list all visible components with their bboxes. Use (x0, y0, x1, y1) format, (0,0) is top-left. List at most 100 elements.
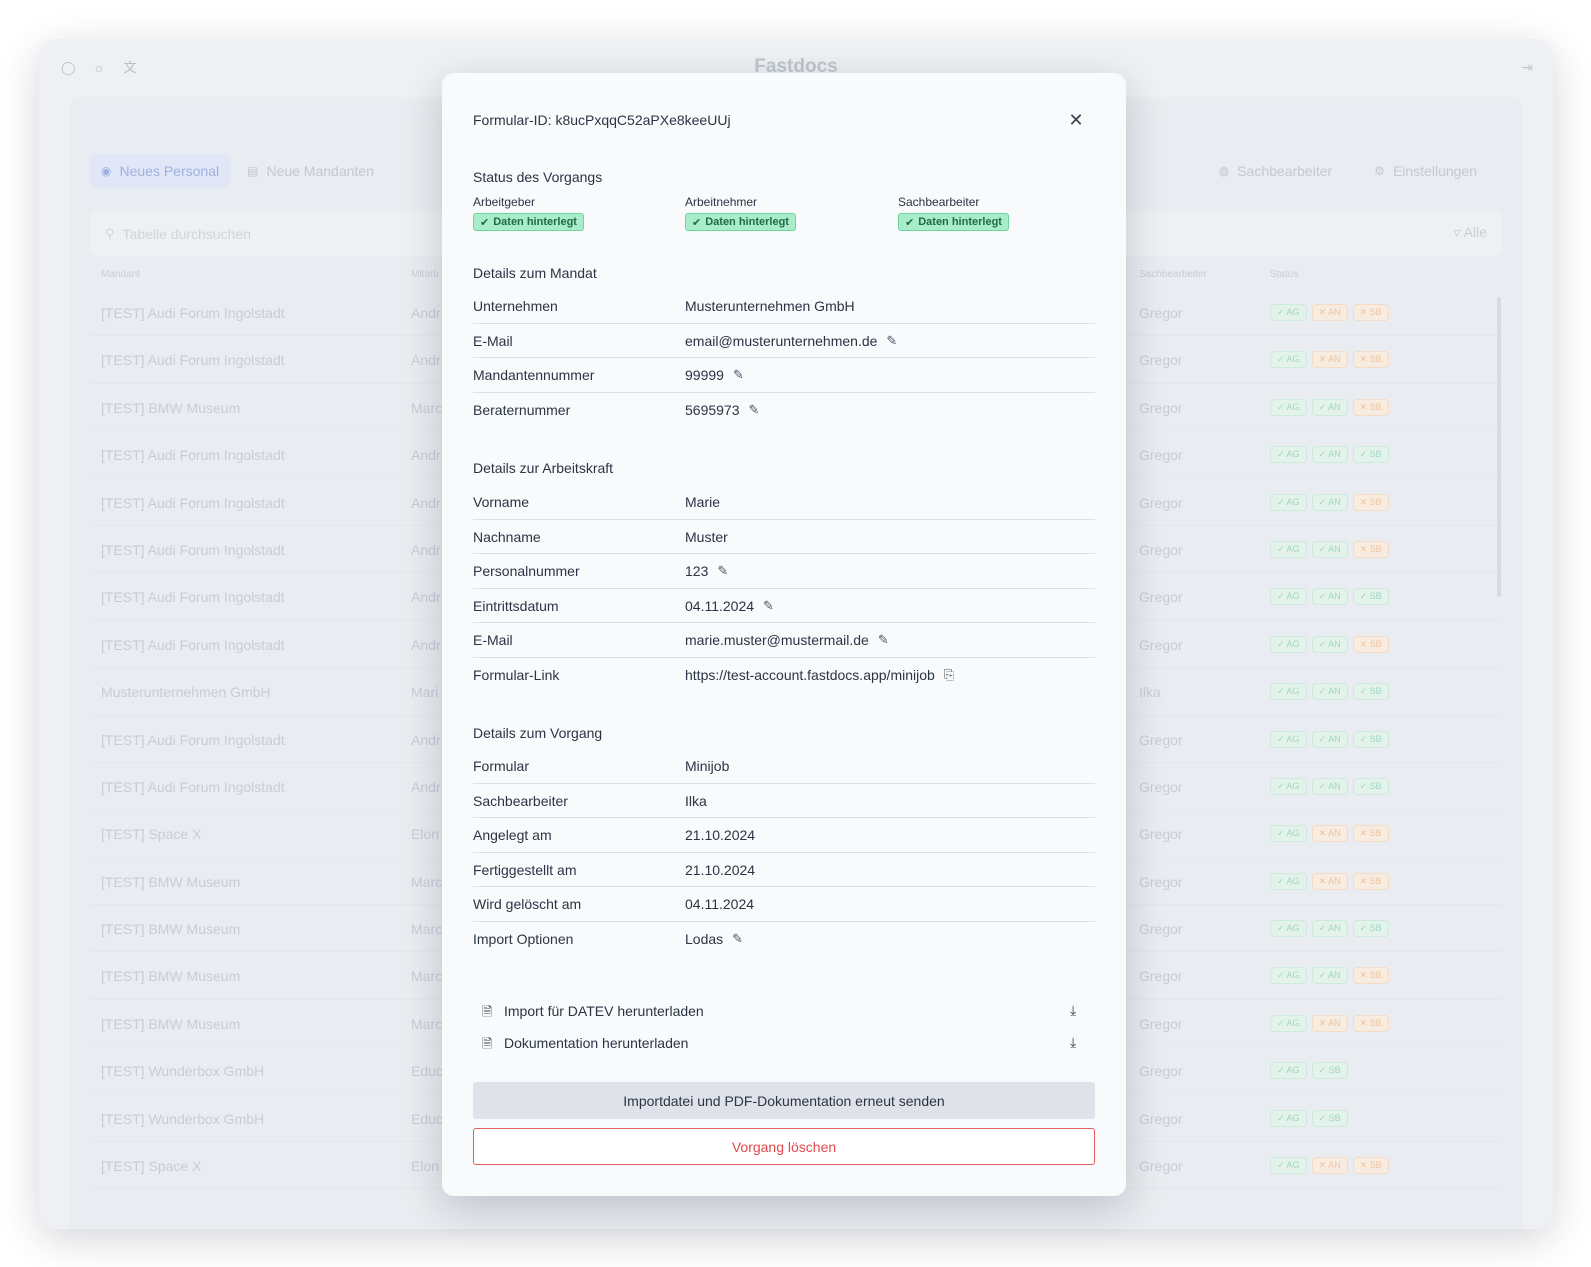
detail-value-wrap: 99999 ✎ (685, 367, 744, 383)
status-pill: ✕ SB (1352, 1157, 1389, 1175)
status-badge: ✔ Daten hinterlegt (685, 213, 796, 231)
cell-sachbearbeiter: Gregor (1139, 1015, 1183, 1032)
download-icon[interactable]: ⤓ (1070, 1002, 1076, 1019)
tab-einstellungen[interactable]: ⚙ Einstellungen (1362, 154, 1489, 188)
clipboard-icon[interactable]: ⎘ (944, 667, 954, 683)
delete-button[interactable]: Vorgang löschen (473, 1128, 1095, 1165)
detail-key: Sachbearbeiter (473, 792, 568, 809)
status-pill: ✕ SB (1352, 540, 1389, 558)
pencil-icon[interactable]: ✎ (732, 931, 743, 947)
cell-status: ✓ AG ✓ AN ✓ SB (1270, 918, 1394, 938)
cell-sachbearbeiter: Gregor (1139, 541, 1183, 558)
detail-key: Beraternummer (473, 401, 571, 418)
detail-value: 99999 (685, 367, 724, 383)
cell-status: ✓ AG ✓ AN ✓ SB (1270, 776, 1394, 795)
tab-neue-mandanten[interactable]: ▤ Neue Mandanten (235, 154, 386, 188)
status-pill: ✓ AN (1311, 446, 1348, 464)
check-icon: ✔ (480, 216, 490, 229)
status-pill: ✕ SB (1352, 872, 1389, 890)
status-arbeitnehmer: Arbeitnehmer ✔ Daten hinterlegt (685, 195, 796, 231)
download-doku-row[interactable]: 🗎 Dokumentation herunterladen ⤓ (473, 1030, 1095, 1058)
status-pill: ✓ AG (1270, 304, 1307, 321)
detail-key: Personalnummer (473, 563, 580, 579)
detail-value: 04.11.2024 (685, 597, 755, 614)
arbeitskraft-section-title: Details zur Arbeitskraft (473, 460, 614, 476)
translate-icon[interactable]: 文 (123, 61, 137, 75)
cell-sachbearbeiter: Gregor (1139, 968, 1183, 985)
status-pill: ✓ AG (1270, 730, 1307, 748)
detail-value-wrap: Muster (685, 529, 728, 545)
resend-button[interactable]: Importdatei und PDF-Dokumentation erneut… (473, 1082, 1095, 1119)
cell-status: ✓ AG ✓ AN ✓ SB (1270, 729, 1394, 748)
download-datev-link[interactable]: Import für DATEV herunterladen (504, 1003, 704, 1019)
download-datev-row[interactable]: 🗎 Import für DATEV herunterladen ⤓ (473, 998, 1095, 1026)
cell-status: ✓ AG ✓ AN ✕ SB (1270, 965, 1394, 985)
status-pill: ✓ SB (1352, 730, 1389, 748)
cell-status: ✓ AG ✓ AN ✕ SB (1270, 634, 1394, 653)
col-mitarbeiter: Mitarb (411, 269, 439, 280)
tab-sachbearbeiter[interactable]: ◍ Sachbearbeiter (1207, 154, 1344, 188)
detail-key: Formular-Link (473, 666, 560, 683)
tab-label: Neue Mandanten (266, 163, 374, 179)
status-pill: ✓ SB (1352, 920, 1389, 938)
pencil-icon[interactable]: ✎ (749, 402, 760, 418)
detail-row: Angelegt am 21.10.2024 (473, 818, 1095, 853)
tab-neues-personal[interactable]: ◉ Neues Personal (89, 154, 232, 188)
download-icon[interactable]: ⤓ (1070, 1034, 1076, 1051)
cell-mitarbeiter: Elon (411, 1158, 440, 1175)
status-pill: ✕ SB (1352, 351, 1389, 369)
pencil-icon[interactable]: ✎ (733, 367, 744, 383)
detail-value: Ilka (685, 792, 707, 809)
detail-value-wrap: email@musterunternehmen.de ✎ (685, 333, 897, 349)
pencil-icon[interactable]: ✎ (886, 333, 897, 349)
cell-sachbearbeiter: Gregor (1139, 778, 1183, 795)
bell-icon[interactable]: ◯ (61, 61, 76, 75)
cell-status: ✓ AG ✕ AN ✕ SB (1270, 1013, 1394, 1032)
status-pill: ✓ AG (1270, 1062, 1307, 1080)
close-icon[interactable]: ✕ (1066, 110, 1086, 130)
status-pill: ✓ AG (1270, 540, 1307, 558)
status-pill: ✕ SB (1352, 825, 1389, 843)
cell-status: ✓ AG ✓ AN ✕ SB (1270, 397, 1394, 416)
status-sachbearbeiter: Sachbearbeiter ✔ Daten hinterlegt (898, 195, 1009, 231)
detail-value-wrap: Lodas ✎ (685, 931, 743, 947)
cell-sachbearbeiter: Gregor (1139, 494, 1183, 511)
cell-sachbearbeiter: Gregor (1139, 1158, 1183, 1175)
sun-icon[interactable]: ☼ (92, 61, 106, 75)
status-pill: ✕ SB (1352, 1014, 1389, 1032)
status-pill: ✓ SB (1352, 446, 1389, 464)
cell-mandant: Musterunternehmen GmbH (101, 684, 271, 701)
detail-value: 5695973 (685, 401, 740, 418)
cell-sachbearbeiter: Gregor (1139, 873, 1183, 890)
col-sachbearbeiter: Sachbearbeiter (1139, 269, 1207, 280)
cell-mandant: [TEST] BMW Museum (101, 1015, 241, 1032)
pencil-icon[interactable]: ✎ (878, 632, 889, 648)
cell-mandant: [TEST] Audi Forum Ingolstadt (101, 778, 285, 795)
detail-value: email@musterunternehmen.de (685, 332, 878, 349)
nav-right: ◍ Sachbearbeiter ⚙ Einstellungen (1193, 154, 1493, 188)
filter-label: Alle (1463, 224, 1487, 240)
logout-icon[interactable]: ⇥ (1521, 59, 1533, 76)
search-placeholder: Tabelle durchsuchen (122, 226, 251, 242)
detail-key: Import Optionen (473, 930, 574, 947)
status-pill: ✓ AN (1311, 920, 1348, 938)
status-pill: ✓ SB (1311, 1109, 1348, 1127)
user-plus-icon: ◉ (101, 164, 112, 178)
detail-key: E-Mail (473, 632, 513, 648)
detail-key: Vorname (473, 494, 530, 510)
detail-value-wrap: Minijob (685, 758, 729, 774)
pencil-icon[interactable]: ✎ (717, 563, 728, 579)
detail-value-wrap: 04.11.2024 (685, 896, 754, 912)
cell-mandant: [TEST] Audi Forum Ingolstadt (101, 352, 285, 369)
detail-value: 123 (685, 563, 709, 579)
detail-row: E-Mail email@musterunternehmen.de ✎ (473, 324, 1095, 358)
download-doku-link[interactable]: Dokumentation herunterladen (504, 1035, 688, 1051)
scrollbar[interactable] (1497, 297, 1501, 597)
cell-mandant: [TEST] Audi Forum Ingolstadt (101, 494, 285, 511)
status-pill: ✕ SB (1352, 304, 1389, 321)
pencil-icon[interactable]: ✎ (763, 598, 774, 614)
detail-value-wrap: https://test-account.fastdocs.app/minijo… (685, 667, 954, 683)
vorgang-details: Formular Minijob Sachbearbeiter Ilka Angeleg… (473, 749, 1095, 956)
filter-button[interactable]: ▿ Alle (1453, 224, 1487, 241)
cell-mitarbeiter: Andr (411, 447, 441, 464)
